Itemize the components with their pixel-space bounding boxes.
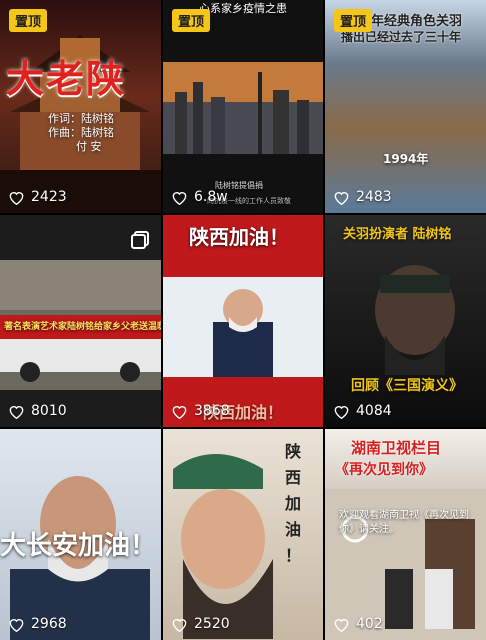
like-count: 3868 [171,403,230,419]
video-caption: 欢迎观看湖南卫视《再次见到你》请关注。 [339,510,469,535]
heart-icon [334,405,349,419]
heart-icon [9,191,24,205]
like-count: 402 [333,616,383,632]
like-count-value: 8010 [31,403,67,419]
char: 西 [284,468,301,487]
headline: 关羽扮演者 陆树铭 [343,227,452,242]
multi-image-icon [131,231,149,249]
video-grid: 置顶 大老陕 作词：陆树铭 作曲：陆树铭 付 安 2423 心系家乡疫情之患 置… [0,0,486,640]
pinned-badge: 置顶 [334,9,373,32]
credit-line: 付 安 [76,140,102,153]
char: 加 [284,494,301,513]
pinned-badge: 置顶 [9,9,48,32]
like-count: 2423 [8,189,67,205]
heart-icon [9,618,24,632]
vertical-text: 陕 西 加 油 ！ [281,439,305,569]
like-count: 2520 [171,616,230,632]
like-count: 8010 [8,403,67,419]
year-label: 1994年 [383,152,429,166]
credits: 作词：陆树铭 作曲：陆树铭 付 安 [48,112,114,154]
video-tile-9[interactable]: 湖南卫视栏目 《再次见到你》 欢迎观看湖南卫视《再次见到你》请关注。 402 [325,429,486,640]
like-count: 2968 [8,616,67,632]
like-count-value: 2483 [356,189,392,205]
like-count-value: 6.8w [194,189,228,205]
headline-1: 年经典角色关羽 [371,14,463,29]
like-count-value: 4084 [356,403,392,419]
credit-line: 作词：陆树铭 [48,112,114,125]
city-skyline-image [163,62,323,154]
video-tile-8[interactable]: 陕 西 加 油 ！ 2520 [163,429,323,640]
video-tile-6[interactable]: 关羽扮演者 陆树铭 回顾《三国演义》 4084 [325,215,486,427]
footer-text: 回顾《三国演义》 [351,378,463,394]
video-title: 大老陕 [6,56,127,101]
like-count-value: 2520 [194,616,230,632]
heart-icon [172,191,187,205]
video-tile-7[interactable]: 大长安加油！ 2968 [0,429,161,640]
video-tile-5[interactable]: 陕西加油！ 陕西加油！ 3868 [163,215,323,427]
char: 油 [284,520,301,539]
credit-line: 作曲：陆树铭 [48,126,114,139]
man-portrait [163,277,323,377]
headline-1: 湖南卫视栏目 [351,439,442,457]
heart-icon [172,618,187,632]
like-count: 6.8w [171,189,228,205]
like-count: 4084 [333,403,392,419]
heart-icon [334,191,349,205]
red-banner: 著名表演艺术家陆树铭给家乡父老送温暖 [0,315,161,339]
headline-2: 《再次见到你》 [335,462,433,478]
heart-icon [9,405,24,419]
like-count-value: 2968 [31,616,67,632]
banner-text: 著名表演艺术家陆树铭给家乡父老送温暖 [4,322,161,332]
like-count-value: 2423 [31,189,67,205]
heart-icon [172,405,187,419]
top-caption: 心系家乡疫情之患 [199,2,287,15]
pinned-badge: 置顶 [172,9,211,32]
video-tile-2[interactable]: 心系家乡疫情之患 置顶 陆树铭提倡捐 向抗疫一线的工作人员致敬 6.8w [163,0,323,213]
like-count-value: 402 [356,616,383,632]
like-count: 2483 [333,189,392,205]
like-count-value: 3868 [194,403,230,419]
overlay-text: 大长安加油！ [0,531,157,561]
video-tile-1[interactable]: 置顶 大老陕 作词：陆树铭 作曲：陆树铭 付 安 2423 [0,0,161,213]
guan-yu-portrait [375,265,455,375]
headline: 陕西加油！ [189,225,289,249]
char: 陕 [284,442,301,461]
heart-icon [334,618,349,632]
video-tile-3[interactable]: 年经典角色关羽 播出已经过去了三十年 置顶 1994年 2483 [325,0,486,213]
char: ！ [284,546,301,565]
